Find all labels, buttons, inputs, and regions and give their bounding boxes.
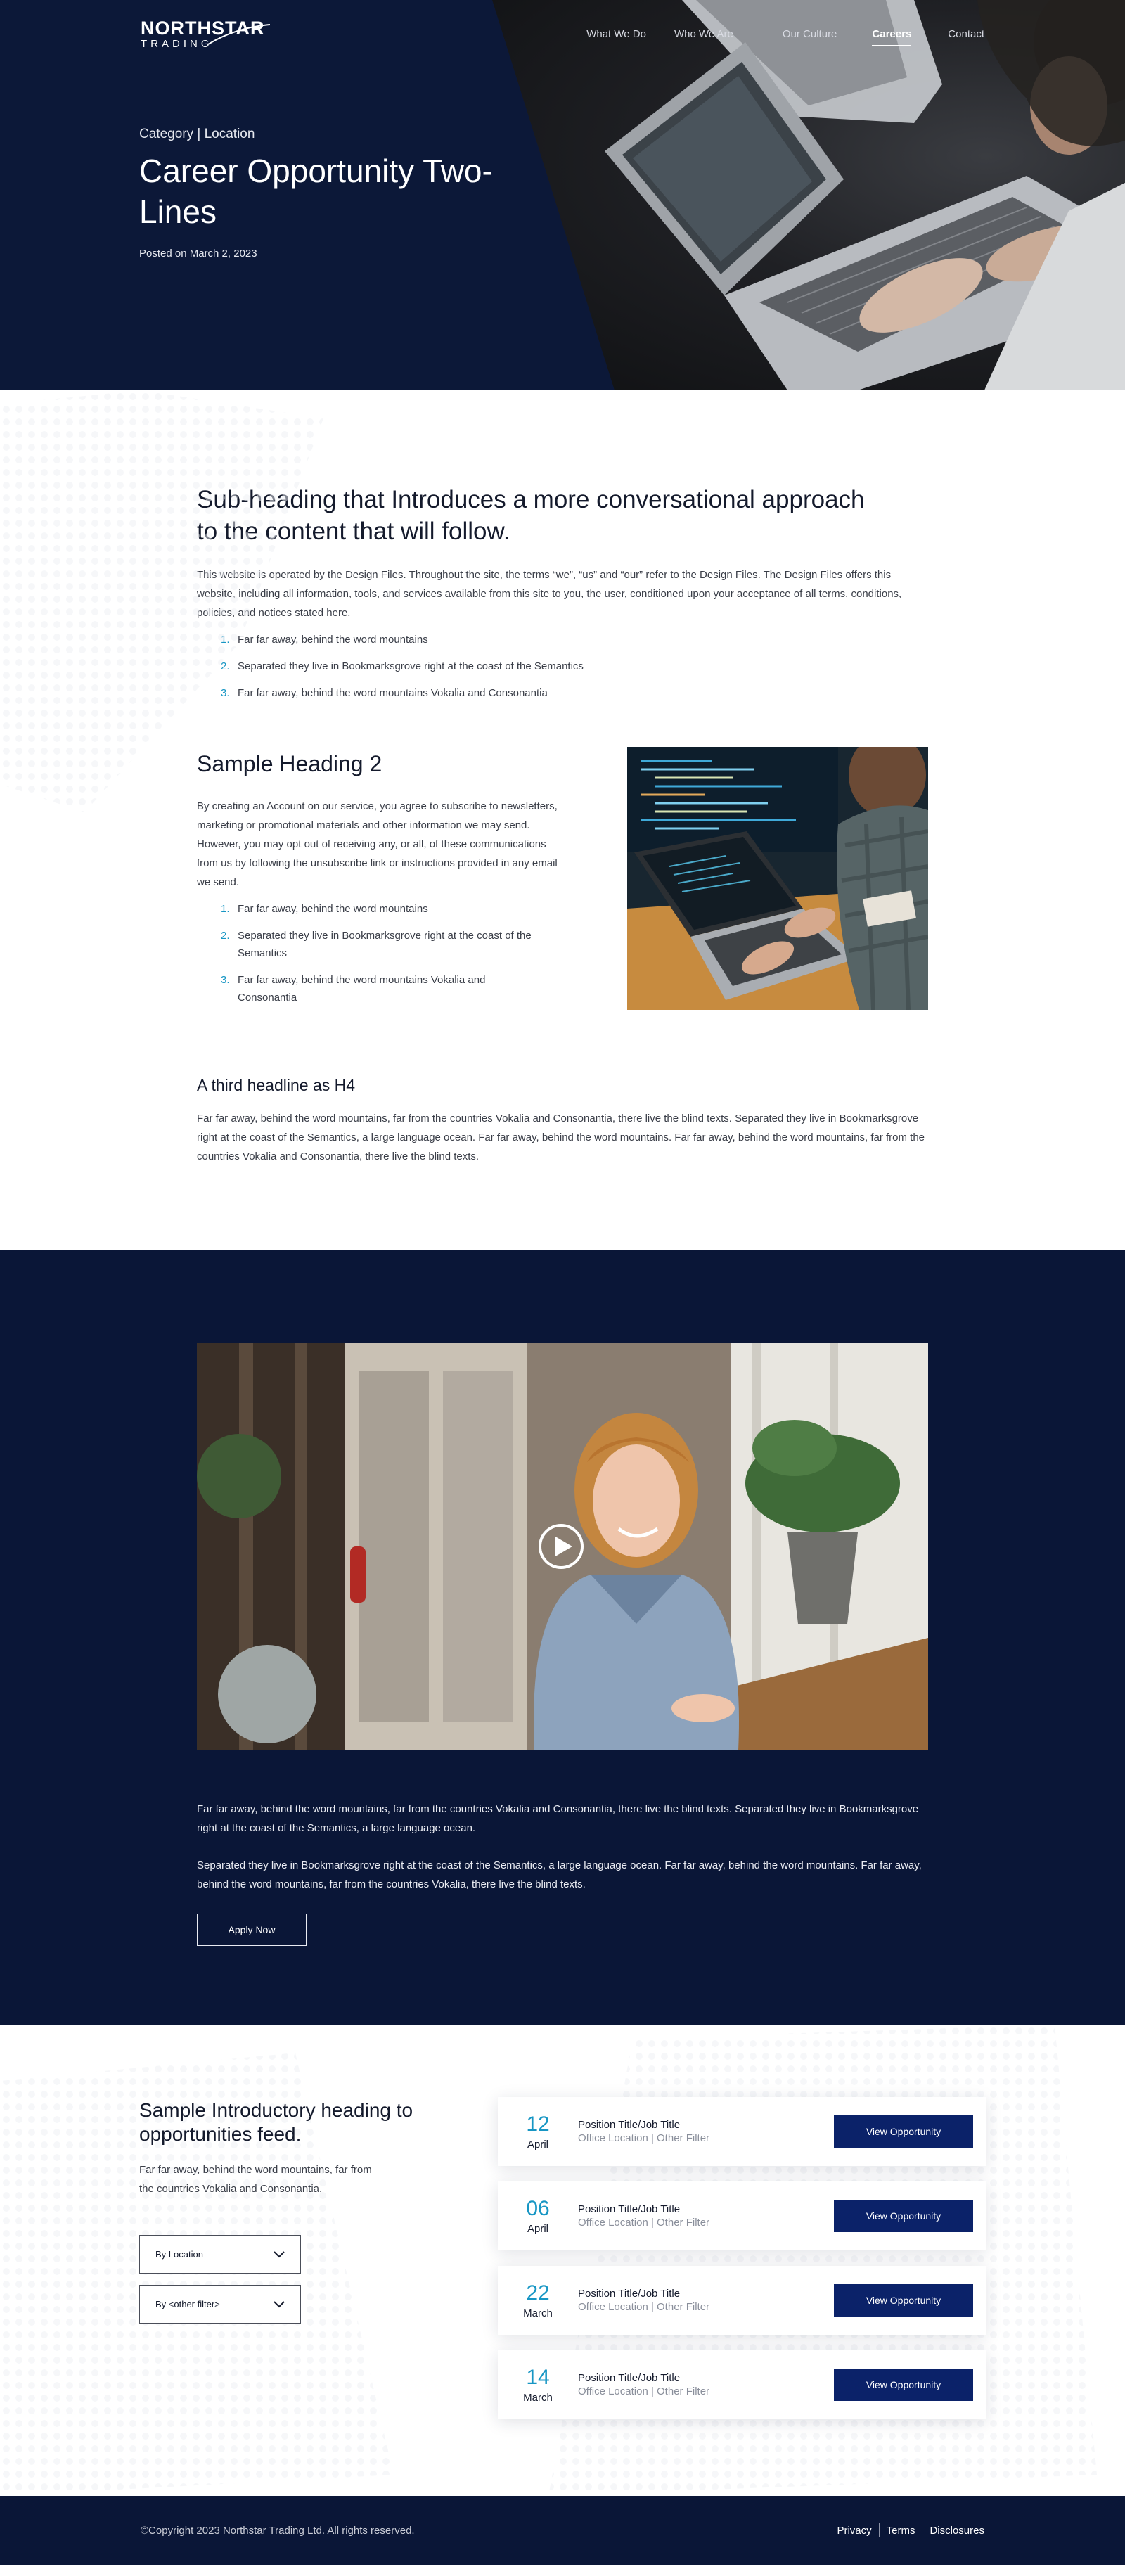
heading-2-paragraph: By creating an Account on our service, y… (197, 800, 558, 888)
list-item: 1. Far far away, behind the word mountain… (221, 634, 428, 646)
copyright-text: ©Copyright 2023 Northstar Trading Ltd. A… (141, 2524, 415, 2537)
list-item: 1. Far far away, behind the word mountain… (221, 903, 428, 915)
article-content: Sub-heading that Introduces a more conve… (0, 390, 1125, 1250)
job-title: Position Title/Job Title (578, 2203, 681, 2215)
list-item: 3. Far far away, behind the word mountain… (221, 687, 548, 699)
hero-text: Category | Location Career Opportunity T… (139, 127, 505, 259)
opportunities-section: Sample Introductory heading to opportuni… (0, 2025, 1125, 2496)
two-column-block: Sample Heading 2 By creating an Account … (197, 747, 1125, 1015)
opportunities-paragraph: Far far away, behind the word mountains,… (139, 2164, 372, 2195)
nav-item-our-culture[interactable]: Our Culture (769, 28, 851, 40)
northstar-logo[interactable]: NORTHSTAR TRADING (141, 18, 271, 49)
job-meta: Office Location | Other Filter (578, 2385, 710, 2397)
two-column-text: Sample Heading 2 By creating an Account … (197, 747, 562, 1015)
nav-item-careers[interactable]: Careers (858, 28, 925, 46)
nav-item-who-we-are[interactable]: Who We Are (660, 28, 747, 40)
site-footer: ©Copyright 2023 Northstar Trading Ltd. A… (0, 2496, 1125, 2565)
job-card: 22 March Position Title/Job Title Office… (498, 2266, 986, 2335)
job-date: 14 March (498, 2366, 578, 2404)
job-date: 22 March (498, 2281, 578, 2319)
job-title: Position Title/Job Title (578, 2372, 681, 2384)
job-card: 12 April Position Title/Job Title Office… (498, 2097, 986, 2166)
logo-swoosh-icon (208, 23, 271, 45)
job-card: 06 April Position Title/Job Title Office… (498, 2181, 986, 2250)
nav-item-what-we-do[interactable]: What We Do (572, 28, 660, 40)
job-day: 22 (526, 2281, 550, 2305)
hero-title: Career Opportunity Two-Lines (139, 153, 493, 230)
job-card: 14 March Position Title/Job Title Office… (498, 2350, 986, 2419)
nav-item-contact[interactable]: Contact (934, 28, 984, 40)
job-month: March (523, 2307, 553, 2319)
video-section: Far far away, behind the word mountains,… (0, 1250, 1125, 2025)
job-info: Position Title/Job Title Office Location… (578, 2119, 834, 2144)
view-opportunity-button[interactable]: View Opportunity (834, 2369, 973, 2401)
job-date: 12 April (498, 2113, 578, 2151)
view-opportunity-button[interactable]: View Opportunity (834, 2200, 973, 2232)
opportunities-intro: Sample Introductory heading to opportuni… (139, 2098, 420, 2324)
job-info: Position Title/Job Title Office Location… (578, 2288, 834, 2313)
view-opportunity-button[interactable]: View Opportunity (834, 2115, 973, 2148)
footer-link-terms[interactable]: Terms (880, 2525, 922, 2537)
apply-now-button[interactable]: Apply Now (197, 1914, 307, 1946)
list-item: 3. Far far away, behind the word mountain… (221, 974, 486, 1004)
video-player[interactable] (197, 1343, 928, 1750)
job-day: 12 (526, 2112, 550, 2136)
ordered-list-1: 1. Far far away, behind the word mountain… (197, 631, 1125, 702)
intro-paragraph: This website is operated by the Design F… (197, 569, 902, 619)
job-meta: Office Location | Other Filter (578, 2217, 710, 2229)
logo-wordmark: NORTHSTAR (141, 18, 271, 45)
location-filter-select[interactable]: By Location (139, 2235, 301, 2274)
job-meta: Office Location | Other Filter (578, 2132, 710, 2144)
sub-heading: Sub-heading that Introduces a more conve… (197, 486, 865, 545)
opportunities-feed: 12 April Position Title/Job Title Office… (498, 2097, 986, 2435)
list-item: 2. Separated they live in Bookmarksgrove … (221, 930, 532, 959)
list-item: 2. Separated they live in Bookmarksgrove … (221, 660, 584, 672)
job-month: March (523, 2391, 553, 2404)
main-nav: NORTHSTAR TRADING What We Do Who We Are … (0, 0, 1125, 68)
job-title: Position Title/Job Title (578, 2119, 681, 2131)
job-meta: Office Location | Other Filter (578, 2301, 710, 2313)
job-day: 06 (526, 2196, 550, 2220)
footer-link-disclosures[interactable]: Disclosures (922, 2525, 984, 2537)
job-date: 06 April (498, 2196, 578, 2235)
hero-section: NORTHSTAR TRADING What We Do Who We Are … (0, 0, 1125, 390)
play-icon[interactable] (537, 1523, 585, 1570)
hero-posted-date: Posted on March 2, 2023 (139, 248, 257, 259)
opportunities-heading: Sample Introductory heading to opportuni… (139, 2099, 413, 2145)
job-title: Position Title/Job Title (578, 2288, 681, 2300)
heading-4-paragraph: Far far away, behind the word mountains,… (197, 1113, 925, 1162)
nav-links: What We Do Who We Are Our Culture Career… (572, 28, 984, 46)
video-paragraph-2: Separated they live in Bookmarksgrove ri… (197, 1859, 922, 1890)
hero-category: Category | Location (139, 127, 255, 141)
job-info: Position Title/Job Title Office Location… (578, 2203, 834, 2229)
heading-4: A third headline as H4 (197, 1076, 356, 1094)
footer-links: Privacy Terms Disclosures (830, 2523, 984, 2537)
job-info: Position Title/Job Title Office Location… (578, 2372, 834, 2397)
other-filter-select[interactable]: By <other filter> (139, 2285, 301, 2324)
ordered-list-2: 1. Far far away, behind the word mountain… (197, 900, 534, 1006)
footer-link-privacy[interactable]: Privacy (830, 2525, 878, 2537)
view-opportunity-button[interactable]: View Opportunity (834, 2284, 973, 2317)
filters: By Location By <other filter> (139, 2235, 420, 2324)
chevron-down-icon (274, 2301, 285, 2308)
video-paragraph-1: Far far away, behind the word mountains,… (197, 1803, 919, 1834)
developer-photo (627, 747, 928, 1010)
job-month: April (527, 2222, 548, 2235)
job-month: April (527, 2138, 548, 2151)
heading-2: Sample Heading 2 (197, 751, 382, 776)
job-day: 14 (526, 2365, 550, 2389)
chevron-down-icon (274, 2251, 285, 2258)
